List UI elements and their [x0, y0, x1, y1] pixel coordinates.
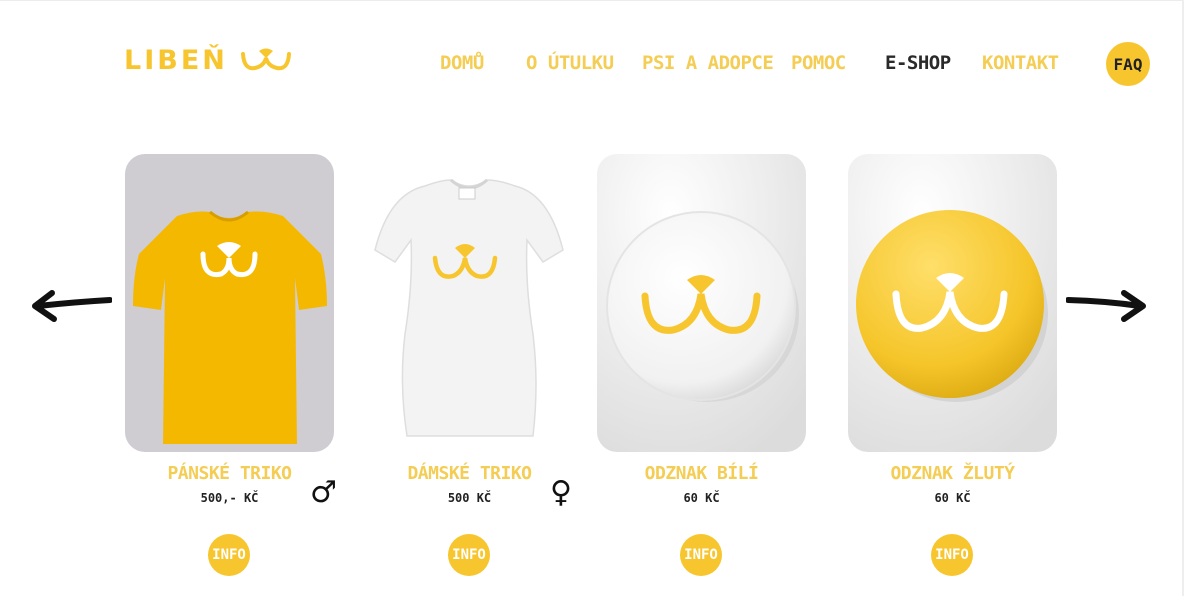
product-name[interactable]: ODZNAK ŽLUTÝ	[848, 463, 1057, 484]
product-info-button[interactable]: INFO	[680, 534, 722, 576]
faq-button[interactable]: FAQ	[1106, 42, 1150, 86]
cat-mouth-icon	[240, 46, 292, 76]
nav-item-pomoc[interactable]: POMOC	[791, 48, 846, 78]
logo-text: LIBEŇ	[124, 45, 228, 76]
nav-item-kontakt[interactable]: KONTAKT	[982, 48, 1059, 78]
nav-item-e-shop[interactable]: E-SHOP	[885, 48, 951, 78]
product-image-yellow-tshirt[interactable]	[125, 154, 334, 452]
arrow-right-icon	[1066, 285, 1148, 329]
product-info-button[interactable]: INFO	[931, 534, 973, 576]
product-price: 500,- KČ	[200, 491, 259, 505]
product-info-button[interactable]: INFO	[448, 534, 490, 576]
product-image-white-badge[interactable]	[597, 154, 806, 452]
product-info-button[interactable]: INFO	[208, 534, 250, 576]
female-symbol-icon: ♀	[550, 475, 572, 510]
product-card: PÁNSKÉ TRIKO 500,- KČ INFO ♂	[125, 154, 337, 576]
carousel-prev-button[interactable]	[30, 285, 112, 329]
product-name[interactable]: ODZNAK BÍLÍ	[597, 463, 806, 484]
product-card: ODZNAK ŽLUTÝ 60 KČ INFO	[848, 154, 1057, 576]
carousel-next-button[interactable]	[1066, 285, 1148, 329]
nav-item-o-utulku[interactable]: O ÚTULKU	[526, 48, 614, 78]
product-price: 60 KČ	[934, 491, 971, 505]
nav-item-domu[interactable]: DOMŮ	[440, 48, 484, 78]
product-card: ODZNAK BÍLÍ 60 KČ INFO	[597, 154, 806, 576]
product-name[interactable]: PÁNSKÉ TRIKO	[125, 463, 334, 484]
page-top-border	[0, 0, 1184, 1]
product-image-yellow-badge[interactable]	[848, 154, 1057, 452]
product-card: DÁMSKÉ TRIKO 500 KČ INFO ♀	[365, 154, 574, 576]
product-image-white-tshirt[interactable]	[365, 154, 574, 452]
male-symbol-icon: ♂	[310, 475, 337, 510]
product-name[interactable]: DÁMSKÉ TRIKO	[365, 463, 574, 484]
product-price: 60 KČ	[683, 491, 720, 505]
site-logo[interactable]: LIBEŇ	[124, 44, 292, 78]
product-price: 500 KČ	[447, 491, 492, 505]
nav-item-psi-a-adopce[interactable]: PSI A ADOPCE	[642, 48, 774, 78]
arrow-left-icon	[30, 285, 112, 329]
